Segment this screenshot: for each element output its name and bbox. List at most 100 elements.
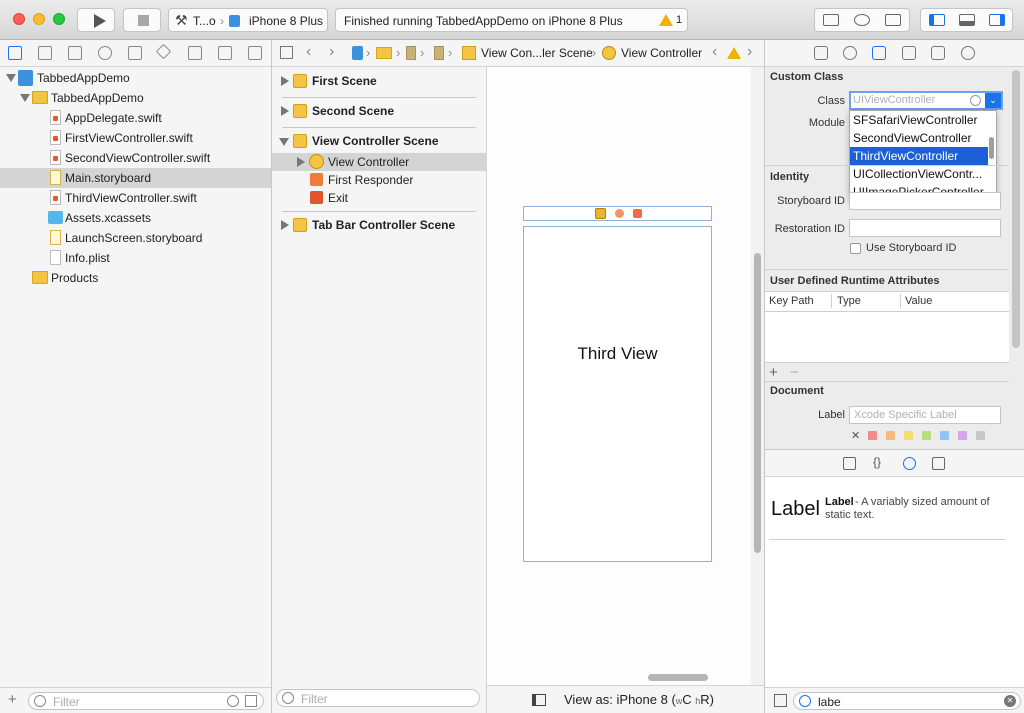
- minimize-window-button[interactable]: [33, 13, 45, 25]
- color-label-swatch[interactable]: [940, 431, 949, 440]
- tree-item-group[interactable]: Products: [0, 268, 271, 288]
- tree-item-group[interactable]: TabbedAppDemo: [0, 88, 271, 108]
- canvas-horizontal-scroll-thumb[interactable]: [648, 674, 708, 681]
- tree-item-file[interactable]: SecondViewController.swift: [0, 148, 271, 168]
- document-label-field[interactable]: Xcode Specific Label: [849, 406, 1001, 424]
- storyboard-id-field[interactable]: [849, 192, 1001, 210]
- view-as-device[interactable]: View as: iPhone 8 (wC hR): [564, 692, 714, 707]
- run-button[interactable]: [77, 8, 115, 32]
- tree-item-file[interactable]: FirstViewController.swift: [0, 128, 271, 148]
- folder-icon[interactable]: [376, 47, 392, 59]
- remove-attribute-button[interactable]: −: [790, 364, 799, 381]
- class-option-selected[interactable]: ThirdViewController: [850, 147, 988, 165]
- class-combobox[interactable]: UIViewController ⌄: [849, 91, 1003, 110]
- inspector-scroll-thumb[interactable]: [1012, 70, 1020, 348]
- clear-color-label-icon[interactable]: ✕: [851, 429, 860, 442]
- debug-area-toggle-icon[interactable]: [959, 14, 975, 26]
- storyboard-file-icon[interactable]: [406, 46, 416, 60]
- code-snippet-icon[interactable]: {}: [873, 455, 886, 469]
- tree-item-file[interactable]: Info.plist: [0, 248, 271, 268]
- quick-help-icon[interactable]: [843, 46, 857, 60]
- use-storyboard-id-checkbox[interactable]: [850, 243, 861, 254]
- dropdown-scroll-thumb[interactable]: [989, 137, 994, 159]
- jump-bar-controller[interactable]: View Controller: [621, 46, 702, 60]
- scroll-thumb[interactable]: [754, 253, 761, 553]
- outline-scene-tab-bar[interactable]: Tab Bar Controller Scene: [272, 216, 486, 234]
- project-icon[interactable]: [352, 46, 363, 60]
- third-view-label[interactable]: Third View: [524, 344, 711, 364]
- connections-inspector-icon[interactable]: [961, 46, 975, 60]
- hierarchy-icon[interactable]: [68, 46, 82, 60]
- source-control-filter-icon[interactable]: [245, 695, 257, 707]
- outline-scene-second[interactable]: Second Scene: [272, 102, 486, 120]
- source-control-icon[interactable]: [38, 46, 52, 60]
- tree-item-file[interactable]: ThirdViewController.swift: [0, 188, 271, 208]
- color-label-swatch[interactable]: [958, 431, 967, 440]
- disclosure-right-icon[interactable]: [281, 76, 289, 86]
- disclosure-right-icon[interactable]: [281, 220, 289, 230]
- media-library-icon[interactable]: [932, 457, 945, 470]
- scheme-selector[interactable]: ⚒ T...o › iPhone 8 Plus: [168, 8, 328, 32]
- class-option[interactable]: SecondViewController: [850, 129, 988, 147]
- jump-bar-scene[interactable]: View Con...ler Scene: [481, 46, 593, 60]
- color-label-swatch[interactable]: [904, 431, 913, 440]
- object-library-icon[interactable]: [903, 457, 916, 470]
- color-label-swatch[interactable]: [886, 431, 895, 440]
- close-window-button[interactable]: [13, 13, 25, 25]
- test-icon[interactable]: [155, 43, 172, 60]
- tree-item-file[interactable]: LaunchScreen.storyboard: [0, 228, 271, 248]
- clear-search-icon[interactable]: ✕: [1004, 695, 1016, 707]
- disclosure-down-icon[interactable]: [279, 138, 289, 146]
- grid-view-icon[interactable]: [774, 694, 787, 707]
- identity-inspector-icon[interactable]: [872, 46, 886, 60]
- disclosure-down-icon[interactable]: [20, 94, 30, 102]
- panel-toggle-segmented[interactable]: [920, 8, 1013, 32]
- version-editor-icon[interactable]: [885, 14, 901, 26]
- outline-view-controller-selected[interactable]: View Controller: [272, 153, 486, 171]
- stop-button[interactable]: [123, 8, 161, 32]
- zoom-window-button[interactable]: [53, 13, 65, 25]
- storyboard-base-icon[interactable]: [434, 46, 444, 60]
- chevron-down-icon[interactable]: ⌄: [985, 93, 1001, 108]
- recent-files-icon[interactable]: [227, 695, 239, 707]
- first-responder-icon[interactable]: [615, 209, 624, 218]
- color-label-swatch[interactable]: [922, 431, 931, 440]
- file-template-icon[interactable]: [843, 457, 856, 470]
- outline-first-responder[interactable]: First Responder: [272, 171, 486, 189]
- standard-editor-icon[interactable]: [823, 14, 839, 26]
- library-search-input[interactable]: labe ✕: [793, 692, 1021, 710]
- exit-icon[interactable]: [633, 209, 642, 218]
- restoration-id-field[interactable]: [849, 219, 1001, 237]
- column-type[interactable]: Type: [837, 295, 861, 307]
- scene-dock[interactable]: [523, 206, 712, 221]
- color-label-swatch[interactable]: [868, 431, 877, 440]
- next-issue-icon[interactable]: ›: [747, 43, 752, 61]
- assistant-editor-icon[interactable]: [854, 14, 870, 26]
- disclosure-right-icon[interactable]: [281, 106, 289, 116]
- view-controller-icon[interactable]: [595, 208, 606, 219]
- add-attribute-button[interactable]: +: [769, 364, 778, 381]
- related-items-icon[interactable]: [280, 46, 293, 59]
- column-key-path[interactable]: Key Path: [769, 295, 814, 307]
- report-icon[interactable]: [248, 46, 262, 60]
- issue-icon[interactable]: [128, 46, 142, 60]
- back-icon[interactable]: ‹: [306, 43, 311, 61]
- file-inspector-icon[interactable]: [814, 46, 828, 60]
- forward-icon[interactable]: ›: [329, 43, 334, 61]
- inspector-toggle-icon[interactable]: [989, 14, 1005, 26]
- disclosure-right-icon[interactable]: [297, 157, 305, 167]
- column-value[interactable]: Value: [905, 295, 932, 307]
- color-label-swatch[interactable]: [976, 431, 985, 440]
- breakpoint-icon[interactable]: [218, 46, 232, 60]
- view-controller-scene[interactable]: Third View: [523, 226, 712, 562]
- debug-icon[interactable]: [188, 46, 202, 60]
- disclosure-down-icon[interactable]: [6, 74, 16, 82]
- tree-item-project[interactable]: TabbedAppDemo: [0, 68, 271, 88]
- class-option[interactable]: SFSafariViewController: [850, 111, 988, 129]
- canvas-vertical-scrollbar[interactable]: [751, 67, 764, 685]
- class-option[interactable]: UICollectionViewContr...: [850, 165, 988, 183]
- add-icon[interactable]: +: [8, 691, 17, 708]
- outline-filter-input[interactable]: Filter: [276, 689, 480, 707]
- folder-icon[interactable]: [8, 46, 22, 60]
- go-to-class-icon[interactable]: [970, 95, 981, 106]
